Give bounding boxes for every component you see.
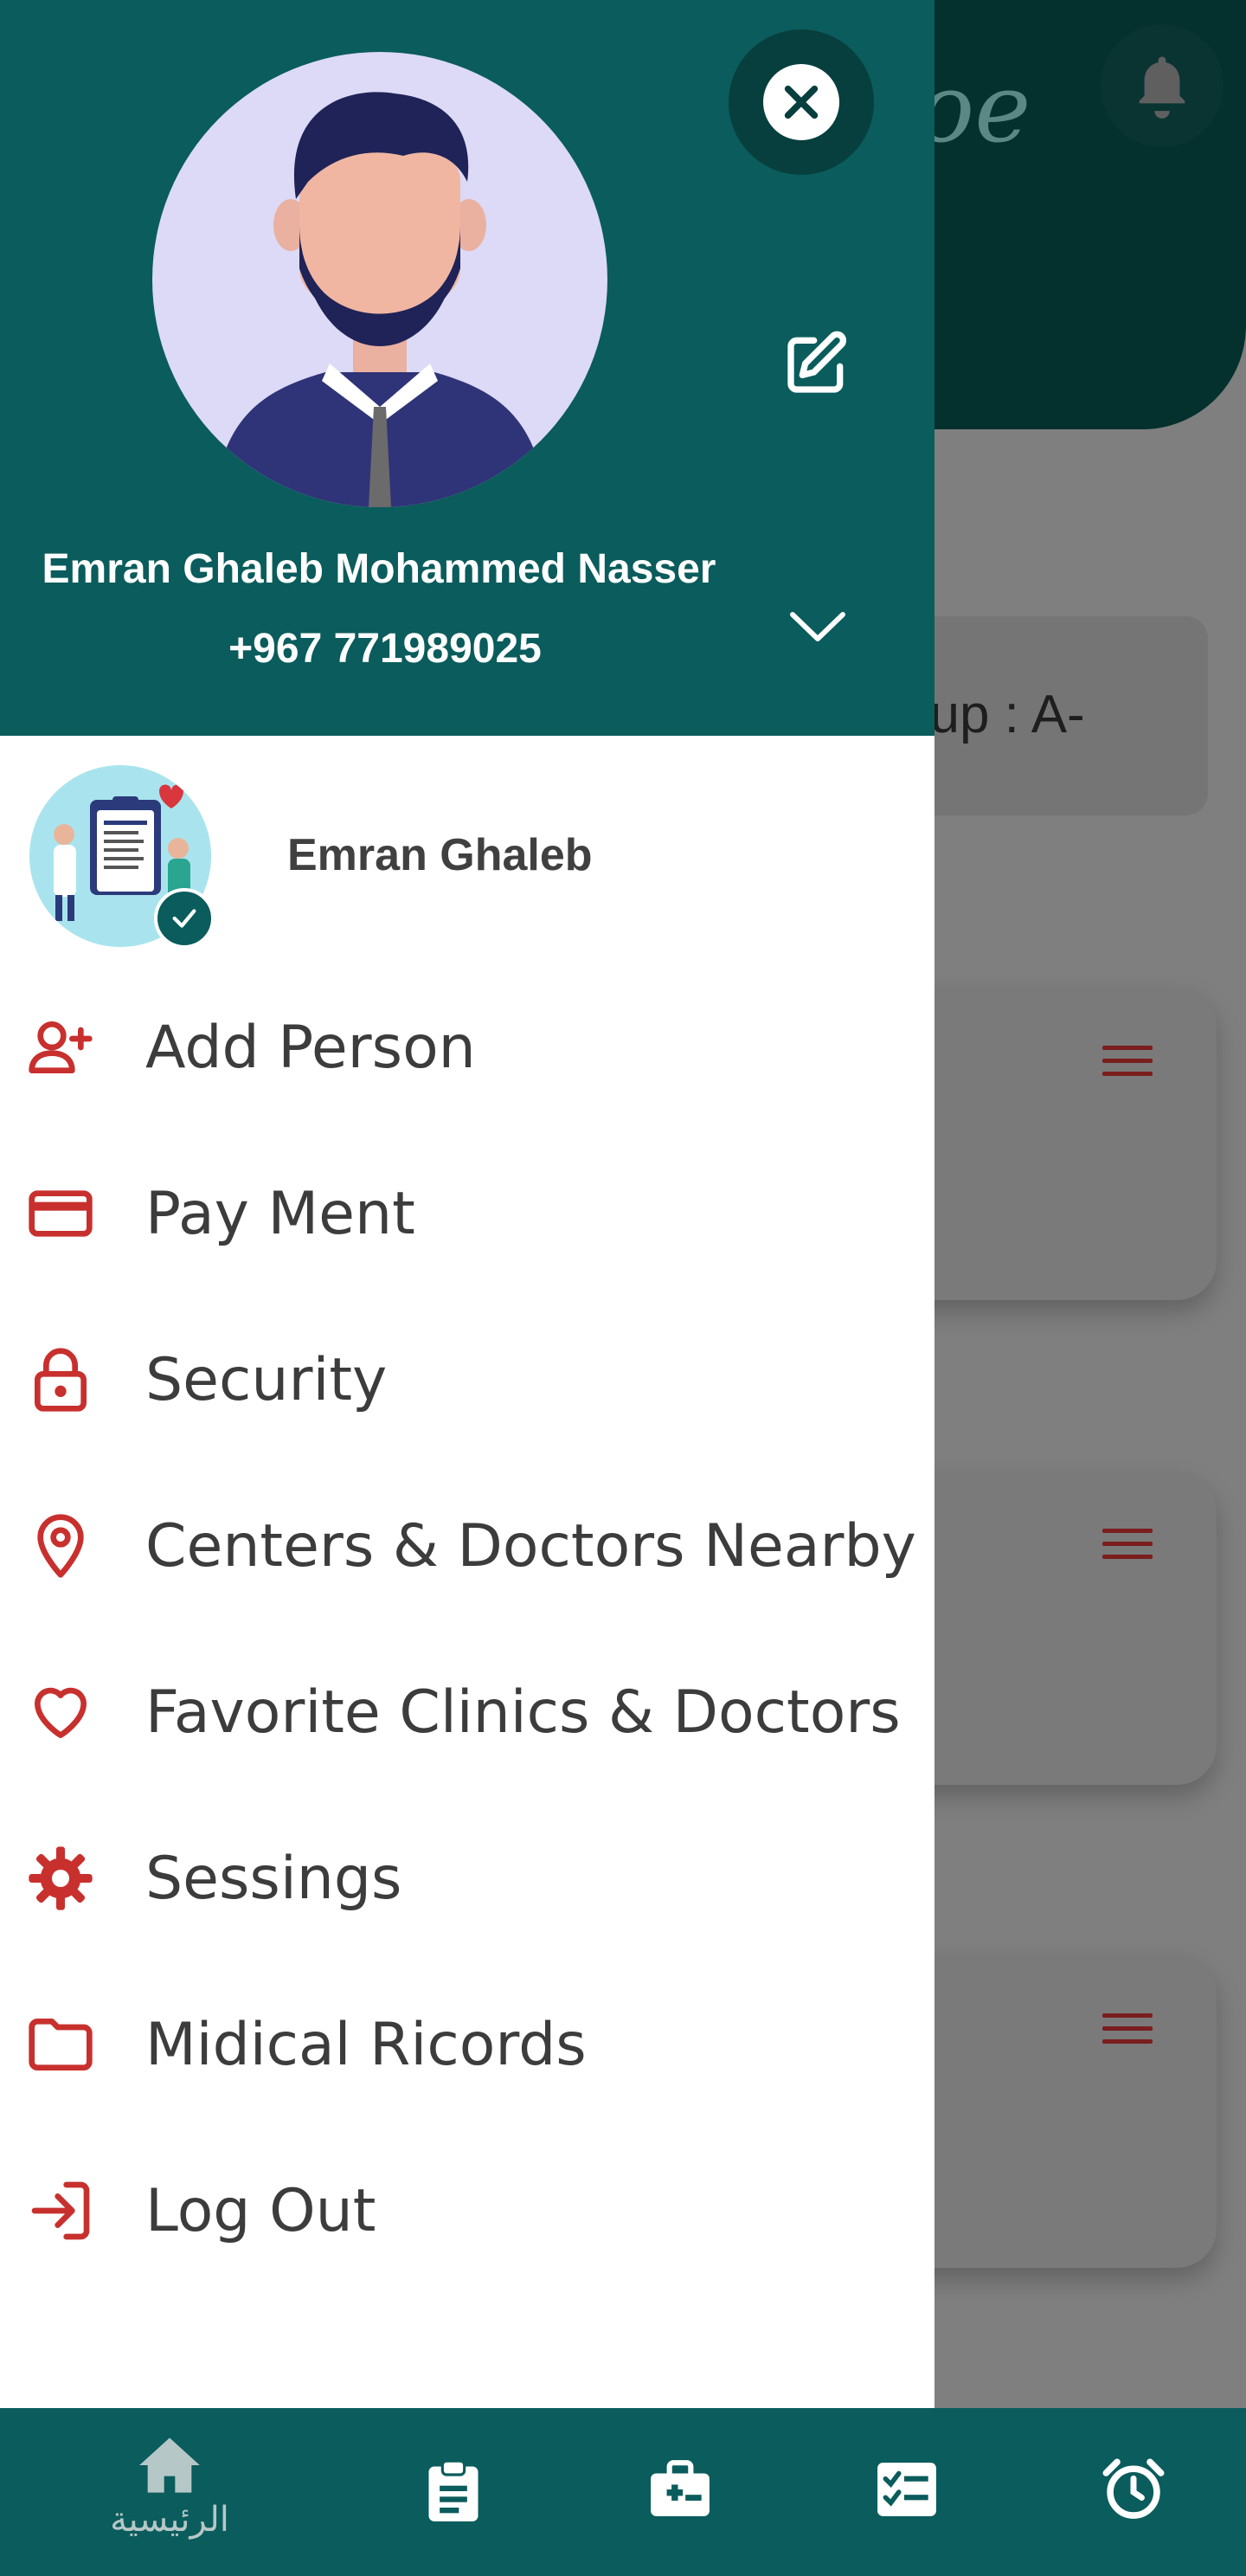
bell-icon (1139, 56, 1185, 119)
edit-icon (787, 331, 847, 393)
menu-item-label: Log Out (145, 2176, 376, 2245)
menu-item-security[interactable]: Security (0, 1297, 934, 1463)
card-menu-icon[interactable] (1102, 1529, 1153, 1568)
active-account-badge (154, 888, 215, 949)
folder-icon (29, 2019, 93, 2070)
nav-home-label: الرئيسية (110, 2500, 229, 2540)
close-drawer-button[interactable] (729, 29, 874, 175)
add-person-icon (29, 1021, 93, 1073)
account-name: Emran Ghaleb (287, 830, 593, 880)
menu-item-label: Add Person (145, 1013, 476, 1082)
bottom-navigation: الرئيسية (0, 2408, 1246, 2576)
menu-item-log-out[interactable]: Log Out (0, 2128, 934, 2294)
user-full-name: Emran Ghaleb Mohammed Nasser (42, 546, 716, 592)
drawer-menu: Add Person Pay Ment Security Centers & D… (0, 964, 934, 2294)
lock-icon (35, 1348, 87, 1412)
heart-icon (35, 1687, 87, 1738)
menu-item-medical-records[interactable]: Midical Ricords (0, 1961, 934, 2128)
check-icon (172, 909, 196, 928)
notification-button[interactable] (1101, 24, 1224, 147)
menu-item-label: Centers & Doctors Nearby (145, 1511, 916, 1581)
drawer-header: Emran Ghaleb Mohammed Nasser +967 771989… (0, 0, 934, 736)
menu-item-label: Pay Ment (145, 1179, 415, 1248)
menu-item-settings[interactable]: Sessings (0, 1795, 934, 1961)
menu-item-favorites[interactable]: Favorite Clinics & Doctors (0, 1629, 934, 1795)
avatar[interactable] (152, 52, 607, 507)
account-switcher-row[interactable]: Emran Ghaleb (0, 762, 934, 952)
checklist-icon (877, 2463, 936, 2516)
nav-home[interactable]: الرئيسية (83, 2408, 256, 2576)
navigation-drawer: Emran Ghaleb Mohammed Nasser +967 771989… (0, 0, 934, 2408)
expand-accounts-button[interactable] (786, 606, 850, 649)
logout-icon (31, 2181, 90, 2240)
menu-item-centers-nearby[interactable]: Centers & Doctors Nearby (0, 1463, 934, 1629)
close-icon (784, 85, 819, 119)
nav-medical[interactable] (594, 2408, 767, 2576)
menu-item-label: Security (145, 1345, 388, 1414)
card-menu-icon[interactable] (1102, 1046, 1153, 1085)
menu-item-label: Sessings (145, 1844, 402, 1913)
credit-card-icon (29, 1190, 93, 1237)
menu-item-payment[interactable]: Pay Ment (0, 1130, 934, 1297)
menu-item-label: Favorite Clinics & Doctors (145, 1678, 901, 1747)
user-avatar-illustration (213, 92, 547, 507)
card-menu-icon[interactable] (1102, 2013, 1153, 2052)
medical-kit-icon (651, 2460, 710, 2516)
alarm-clock-icon (1102, 2458, 1165, 2519)
menu-item-label: Midical Ricords (145, 2010, 587, 2079)
menu-item-add-person[interactable]: Add Person (0, 964, 934, 1130)
home-icon (139, 2438, 200, 2493)
location-pin-icon (37, 1514, 84, 1578)
user-phone: +967 771989025 (228, 626, 542, 672)
gear-icon (29, 1846, 93, 1910)
clipboard-icon (428, 2459, 478, 2521)
chevron-down-icon (790, 612, 845, 641)
nav-alarm[interactable] (1047, 2408, 1220, 2576)
nav-checklist[interactable] (820, 2408, 993, 2576)
nav-clipboard[interactable] (367, 2408, 540, 2576)
edit-profile-button[interactable] (782, 329, 851, 398)
